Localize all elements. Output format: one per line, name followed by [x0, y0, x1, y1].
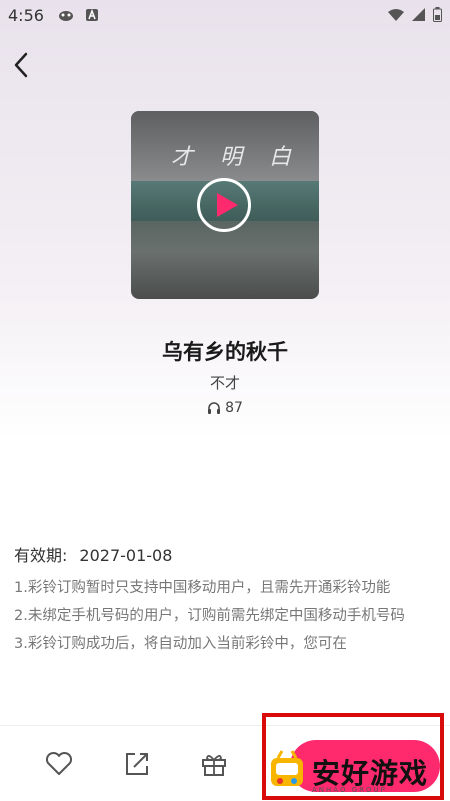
back-button[interactable] [10, 50, 34, 80]
album-cover[interactable]: 才 明 白 [131, 111, 319, 299]
note-item: 1.彩铃订购暂时只支持中国移动用户，且需先开通彩铃功能 [14, 580, 391, 596]
watermark-logo-icon [271, 750, 303, 786]
validity-date: 2027-01-08 [79, 546, 173, 565]
status-system-icons [388, 7, 442, 22]
wifi-icon [388, 9, 404, 21]
gift-icon [202, 755, 226, 776]
share-icon [126, 753, 148, 775]
ringtone-notes: 1.彩铃订购暂时只支持中国移动用户，且需先开通彩铃功能 2.未绑定手机号码的用户… [14, 574, 434, 658]
heart-icon [45, 751, 73, 775]
watermark-subtext: ANHAO GROUP [312, 786, 387, 794]
song-artist[interactable]: 不才 [0, 372, 450, 393]
like-button[interactable] [44, 749, 74, 779]
note-item: 3.彩铃订购成功后，将自动加入当前彩铃中，您可在 [14, 636, 347, 652]
play-count: 87 [0, 400, 450, 416]
status-bar: 4:56 [0, 0, 450, 32]
headphones-icon [208, 402, 221, 414]
share-button[interactable] [122, 749, 152, 779]
play-count-value: 87 [225, 400, 243, 416]
validity-row: 有效期: 2027-01-08 [14, 542, 172, 566]
play-button[interactable] [197, 178, 251, 232]
song-title: 乌有乡的秋千 [162, 340, 288, 364]
gift-button[interactable] [199, 749, 229, 779]
notification-app-icon [59, 11, 73, 21]
cover-title-art: 才 明 白 [171, 145, 301, 170]
notification-a-icon [86, 8, 98, 21]
battery-icon [433, 7, 442, 22]
play-icon [217, 193, 238, 217]
back-icon [14, 52, 28, 78]
status-notification-icons [58, 8, 100, 22]
signal-icon [412, 8, 425, 21]
status-time: 4:56 [8, 6, 44, 25]
note-item: 2.未绑定手机号码的用户，订购前需先绑定中国移动手机号码 [14, 608, 405, 624]
validity-label: 有效期: [14, 546, 68, 565]
